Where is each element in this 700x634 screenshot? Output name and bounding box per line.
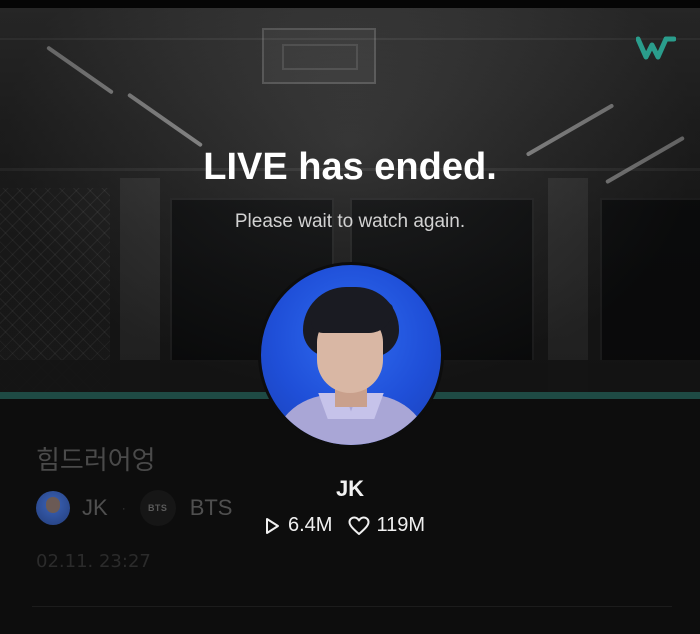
artist-avatar[interactable]	[258, 262, 444, 448]
artist-name[interactable]: JK	[0, 476, 700, 502]
live-ended-subtitle: Please wait to watch again.	[234, 211, 466, 232]
likes-stat: 119M	[348, 514, 425, 537]
video-date: 02.11. 23:27	[36, 551, 151, 572]
avatar-fringe	[311, 303, 393, 333]
play-icon	[266, 517, 279, 534]
live-ended-title: LIVE has ended.	[203, 146, 497, 188]
heart-icon	[348, 516, 370, 535]
top-bar	[0, 0, 700, 8]
plays-count: 6.4M	[288, 514, 333, 536]
likes-count: 119M	[376, 514, 426, 536]
video-title: 힘드러어엉	[36, 446, 156, 476]
live-ended-screen: LIVE has ended. Please wait to watch aga…	[0, 0, 700, 634]
plays-stat: 6.4M	[262, 514, 332, 537]
divider	[32, 606, 672, 607]
separator-dot: ·	[121, 501, 126, 515]
artist-stats: 6.4M 119M	[262, 514, 425, 537]
weverse-logo-icon[interactable]	[634, 34, 678, 62]
